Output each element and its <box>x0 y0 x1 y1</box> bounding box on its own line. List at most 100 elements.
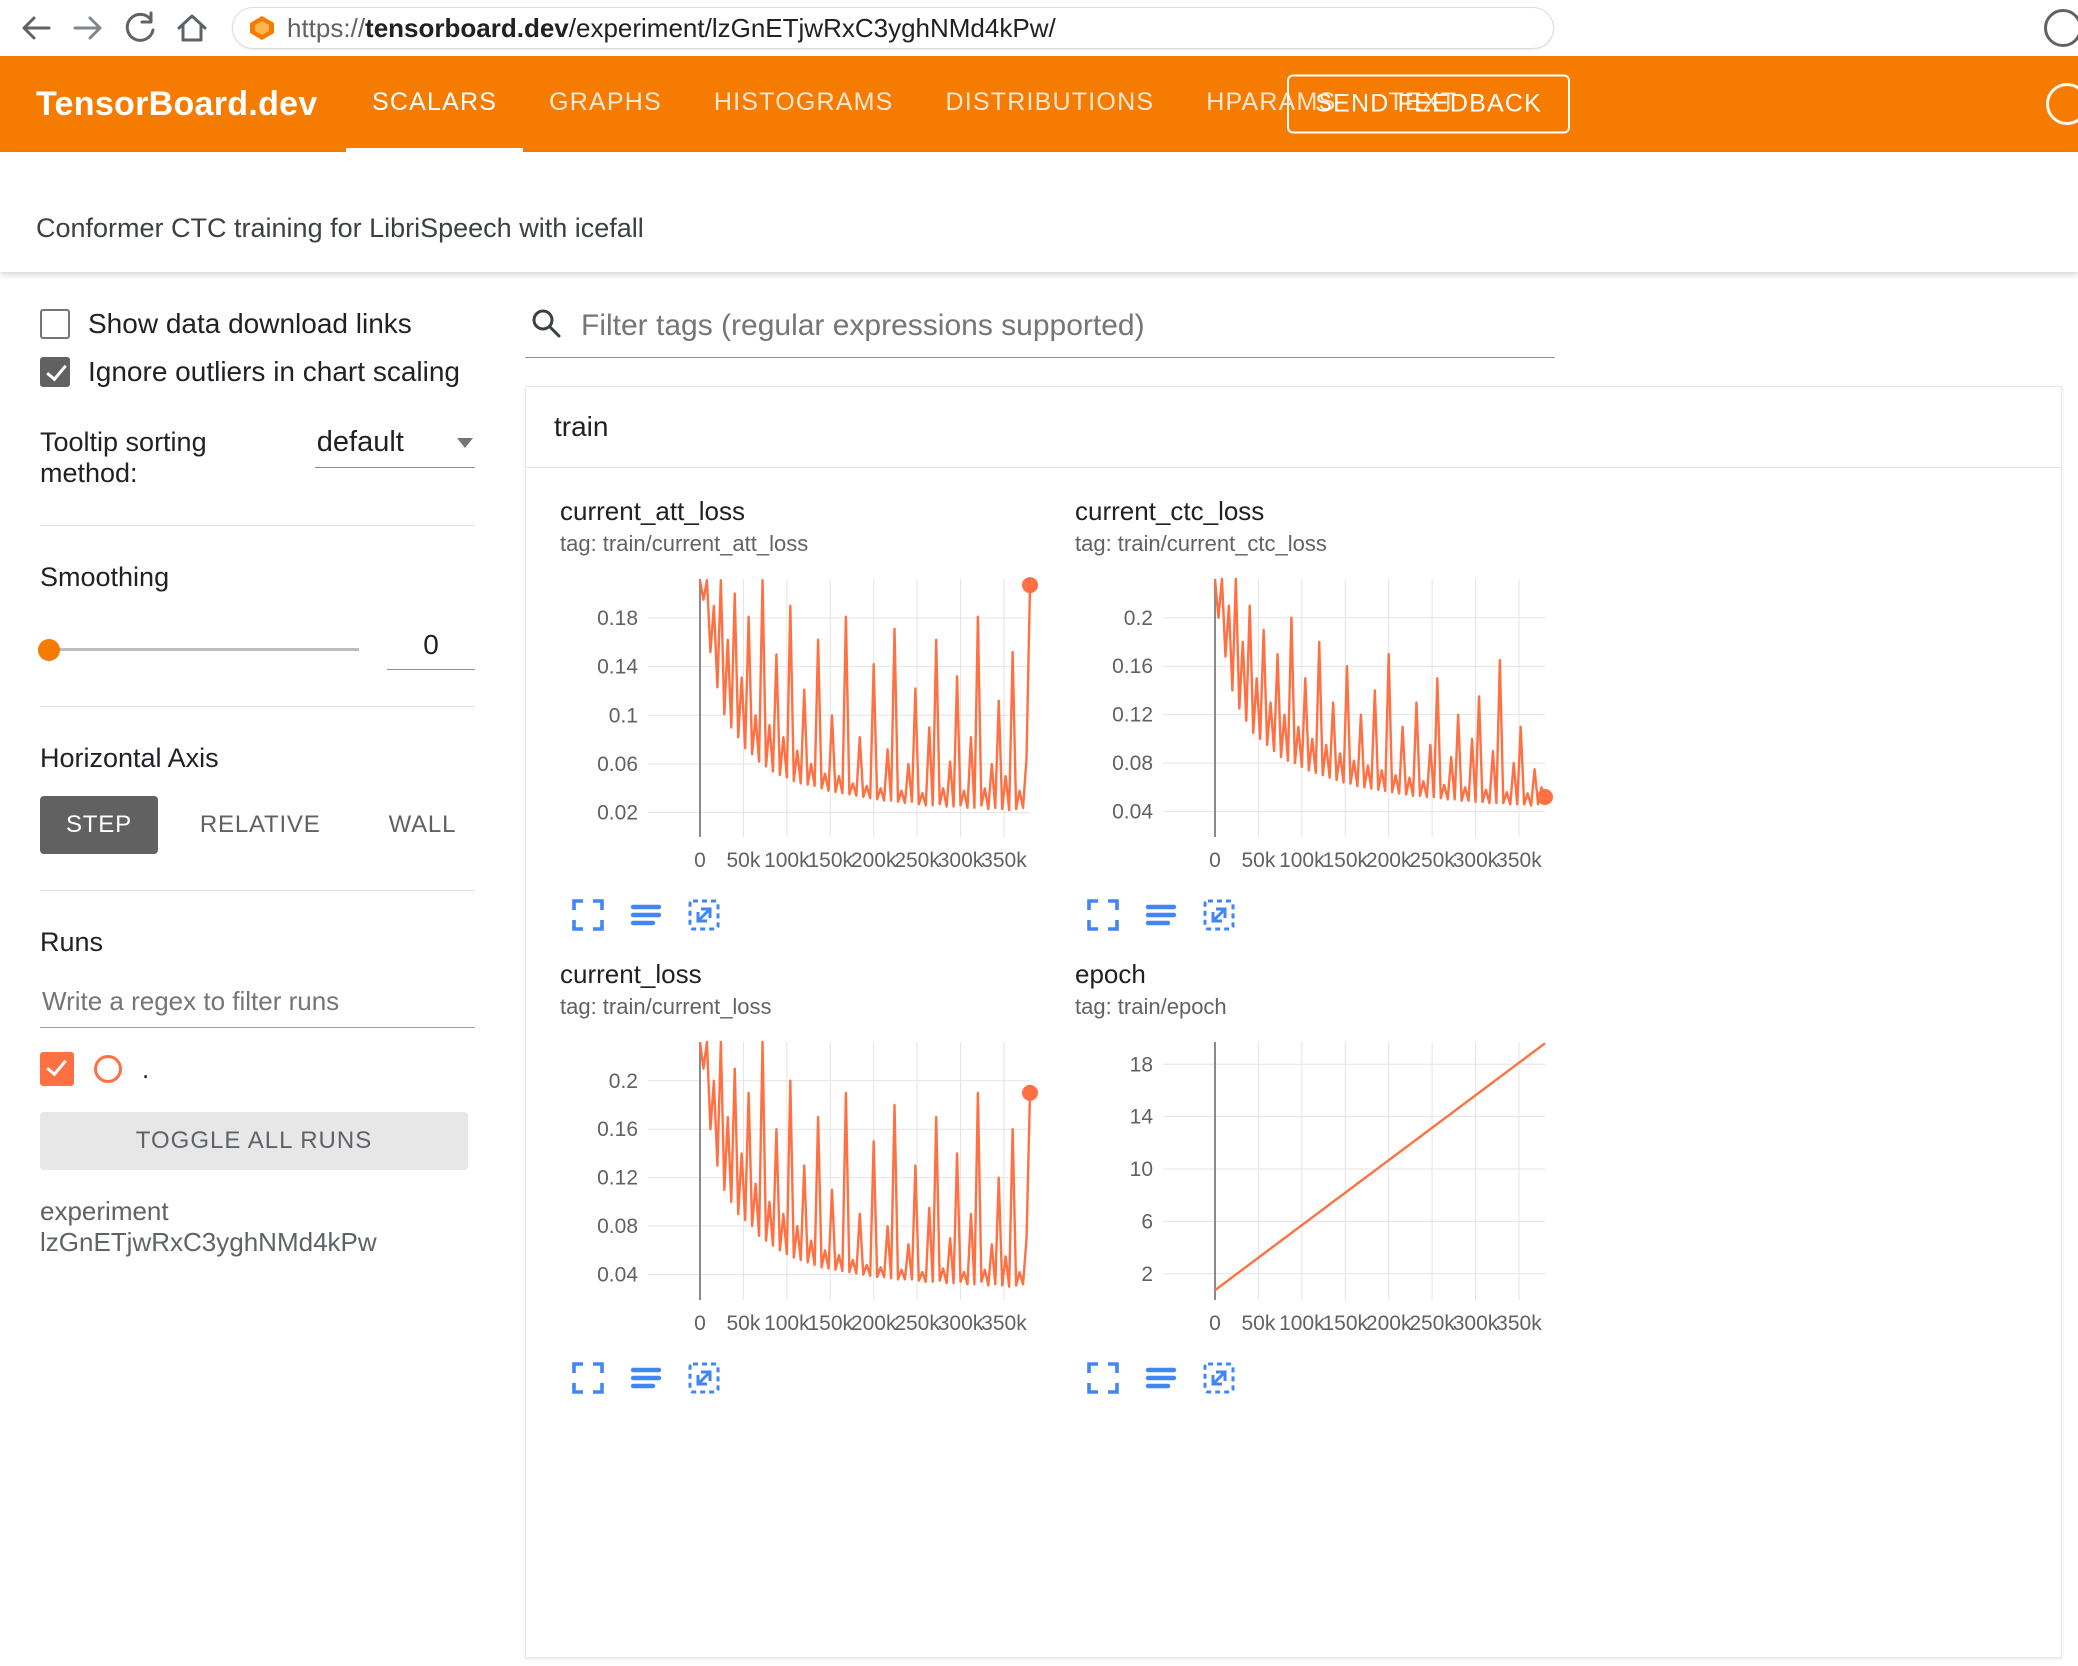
chart-tag: tag: train/current_loss <box>560 994 772 1019</box>
svg-text:6: 6 <box>1141 1210 1153 1233</box>
svg-text:50k: 50k <box>1241 1312 1275 1335</box>
reload-icon[interactable] <box>118 6 162 50</box>
chart-tag: tag: train/current_att_loss <box>560 531 809 556</box>
browser-profile-avatar[interactable] <box>2044 9 2078 47</box>
fit-domain-icon[interactable] <box>686 1360 722 1396</box>
svg-text:0.12: 0.12 <box>1112 704 1153 727</box>
back-icon[interactable] <box>14 6 58 50</box>
svg-text:0.2: 0.2 <box>609 1070 638 1093</box>
svg-text:0.1: 0.1 <box>609 704 638 727</box>
svg-text:0.08: 0.08 <box>1112 752 1153 775</box>
svg-text:350k: 350k <box>981 849 1027 872</box>
expand-chart-icon[interactable] <box>570 1360 606 1396</box>
svg-text:350k: 350k <box>981 1312 1027 1335</box>
filter-tags-input[interactable] <box>579 307 1553 344</box>
svg-text:0.18: 0.18 <box>597 607 638 630</box>
runs-label: Runs <box>40 927 104 957</box>
expand-chart-icon[interactable] <box>1085 897 1121 933</box>
svg-text:14: 14 <box>1130 1106 1154 1129</box>
smoothing-value-input[interactable]: 0 <box>387 629 475 670</box>
fit-domain-icon[interactable] <box>1201 897 1237 933</box>
section-title[interactable]: train <box>526 387 2061 468</box>
experiment-title: Conformer CTC training for LibriSpeech w… <box>36 213 644 243</box>
data-table-icon[interactable] <box>1143 1360 1179 1396</box>
svg-text:200k: 200k <box>851 849 897 872</box>
show-download-label: Show data download links <box>88 308 412 339</box>
svg-text:0.04: 0.04 <box>597 1264 638 1287</box>
expand-chart-icon[interactable] <box>1085 1360 1121 1396</box>
svg-text:0.04: 0.04 <box>1112 801 1153 824</box>
svg-text:0.16: 0.16 <box>597 1118 638 1141</box>
tensorboard-page: https://tensorboard.dev/experiment/lzGnE… <box>0 0 2078 1666</box>
chart-card-current-loss: current_loss tag: train/current_loss 0.0… <box>560 959 1075 1396</box>
svg-text:100k: 100k <box>1279 849 1325 872</box>
ignore-outliers-checkbox[interactable] <box>40 357 70 387</box>
chart-card-current-ctc-loss: current_ctc_loss tag: train/current_ctc_… <box>1075 496 1590 933</box>
tooltip-sorting-dropdown[interactable]: default <box>314 426 475 468</box>
svg-text:50k: 50k <box>726 849 760 872</box>
tab-distributions[interactable]: DISTRIBUTIONS <box>920 56 1181 152</box>
svg-text:250k: 250k <box>894 849 940 872</box>
charts-grid: current_att_loss tag: train/current_att_… <box>526 468 2061 1436</box>
url-text: https://tensorboard.dev/experiment/lzGnE… <box>287 13 1056 44</box>
chart-tag: tag: train/current_ctc_loss <box>1075 531 1327 556</box>
content-area: Show data download links Ignore outliers… <box>0 272 2078 1666</box>
svg-text:300k: 300k <box>1453 849 1499 872</box>
svg-text:0.12: 0.12 <box>597 1167 638 1190</box>
svg-text:2: 2 <box>1141 1263 1153 1286</box>
svg-text:0.06: 0.06 <box>597 753 638 776</box>
axis-step-button[interactable]: STEP <box>40 796 158 854</box>
account-icon[interactable] <box>2046 83 2078 125</box>
fit-domain-icon[interactable] <box>1201 1360 1237 1396</box>
chart-title: epoch <box>1075 959 1146 989</box>
tooltip-sorting-row: Tooltip sorting method: default <box>40 426 475 489</box>
send-feedback-button[interactable]: SEND FEEDBACK <box>1287 74 1570 134</box>
run-color-swatch-icon <box>94 1055 122 1083</box>
tab-histograms[interactable]: HISTOGRAMS <box>688 56 920 152</box>
tooltip-sorting-label: Tooltip sorting method: <box>40 427 207 488</box>
run-checkbox[interactable] <box>40 1052 74 1086</box>
svg-text:200k: 200k <box>851 1312 897 1335</box>
tab-graphs[interactable]: GRAPHS <box>523 56 688 152</box>
show-download-row: Show data download links <box>40 308 475 340</box>
svg-text:200k: 200k <box>1366 1312 1412 1335</box>
chart-toolbar <box>560 897 1075 933</box>
tab-scalars[interactable]: SCALARS <box>346 56 524 152</box>
svg-text:10: 10 <box>1130 1158 1153 1181</box>
browser-chrome: https://tensorboard.dev/experiment/lzGnE… <box>0 0 2078 56</box>
home-icon[interactable] <box>170 6 214 50</box>
axis-wall-button[interactable]: WALL <box>363 796 483 854</box>
main-area: train current_att_loss tag: train/curren… <box>505 272 2078 1666</box>
data-table-icon[interactable] <box>628 1360 664 1396</box>
search-icon <box>529 306 563 345</box>
brand-title: TensorBoard.dev <box>36 84 318 123</box>
chart-card-current-att-loss: current_att_loss tag: train/current_att_… <box>560 496 1075 933</box>
runs-filter-input[interactable] <box>40 980 475 1028</box>
forward-icon[interactable] <box>66 6 110 50</box>
axis-relative-button[interactable]: RELATIVE <box>174 796 347 854</box>
smoothing-slider-thumb[interactable] <box>38 638 60 661</box>
horizontal-axis-label: Horizontal Axis <box>40 743 219 773</box>
svg-text:350k: 350k <box>1496 1312 1542 1335</box>
experiment-note: experiment lzGnETjwRxC3yghNMd4kPw <box>40 1196 377 1257</box>
line-chart-current-ctc-loss[interactable]: 0.040.080.120.160.20 50k 100k150k200k250k3… <box>1075 565 1555 895</box>
divider <box>40 706 475 707</box>
address-bar[interactable]: https://tensorboard.dev/experiment/lzGnE… <box>232 7 1554 49</box>
data-table-icon[interactable] <box>1143 897 1179 933</box>
chevron-down-icon <box>457 437 473 448</box>
svg-text:200k: 200k <box>1366 849 1412 872</box>
line-chart-epoch[interactable]: 2 6 10 14 18 0 50k 100k150k200k250k300k350k <box>1075 1028 1555 1358</box>
svg-text:250k: 250k <box>894 1312 940 1335</box>
expand-chart-icon[interactable] <box>570 897 606 933</box>
fit-domain-icon[interactable] <box>686 897 722 933</box>
show-download-checkbox[interactable] <box>40 309 70 339</box>
line-chart-current-loss[interactable]: 0.040.080.120.160.20 50k 100k150k200k250k3… <box>560 1028 1040 1358</box>
toggle-all-runs-button[interactable]: TOGGLE ALL RUNS <box>40 1112 468 1170</box>
data-table-icon[interactable] <box>628 897 664 933</box>
line-chart-current-att-loss[interactable]: 0.020.060.10.140.180 50k 100k150k200k250k3… <box>560 565 1040 895</box>
smoothing-label: Smoothing <box>40 562 170 592</box>
run-name: . <box>142 1053 150 1084</box>
smoothing-slider[interactable] <box>38 638 359 661</box>
url-scheme: https:// <box>287 12 366 43</box>
svg-text:150k: 150k <box>807 1312 853 1335</box>
